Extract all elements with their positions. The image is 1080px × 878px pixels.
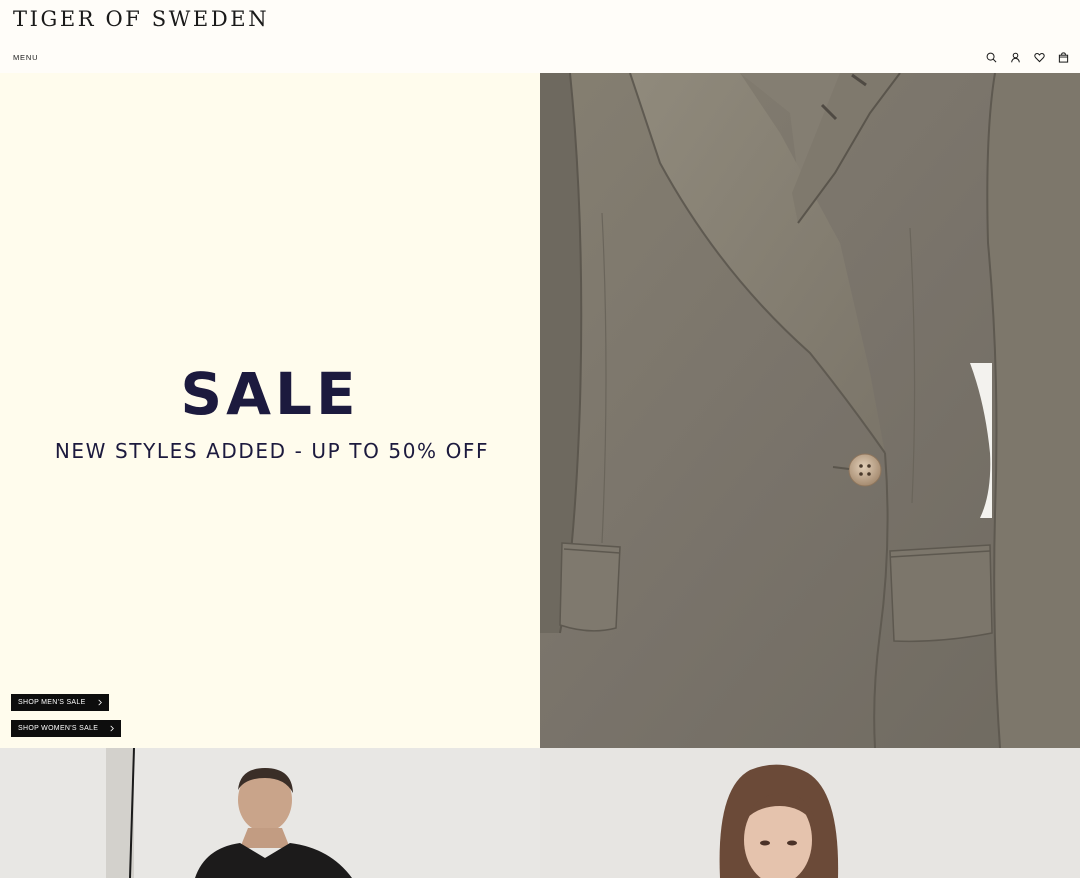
bag-icon[interactable] [1056,50,1070,64]
shop-womens-sale-label: SHOP WOMEN'S SALE [18,725,99,732]
menu-button[interactable]: MENU [13,53,38,62]
mens-tile-image[interactable] [0,748,540,878]
chevron-right-icon [110,725,114,732]
blazer-hero-image[interactable] [540,73,1080,748]
shop-mens-sale-button[interactable]: SHOP MEN'S SALE [11,694,109,711]
chevron-right-icon [98,699,102,706]
brand-logo[interactable]: TIGER OF SWEDEN [13,7,269,31]
womens-tile-image[interactable] [540,748,1080,878]
search-icon[interactable] [984,50,998,64]
account-icon[interactable] [1008,50,1022,64]
wishlist-icon[interactable] [1032,50,1046,64]
sale-hero-panel: SALE NEW STYLES ADDED - UP TO 50% OFF SH… [0,73,540,748]
blazer-illustration [540,73,1080,748]
shop-mens-sale-label: SHOP MEN'S SALE [18,699,86,706]
shop-womens-sale-button[interactable]: SHOP WOMEN'S SALE [11,720,121,737]
womens-model-photo [540,748,1080,878]
mens-model-photo [0,748,540,878]
sale-headline: SALE [180,360,360,428]
sale-subheadline: NEW STYLES ADDED - UP TO 50% OFF [54,439,490,463]
site-header: TIGER OF SWEDEN MENU [0,0,1080,73]
header-icons [984,50,1070,64]
